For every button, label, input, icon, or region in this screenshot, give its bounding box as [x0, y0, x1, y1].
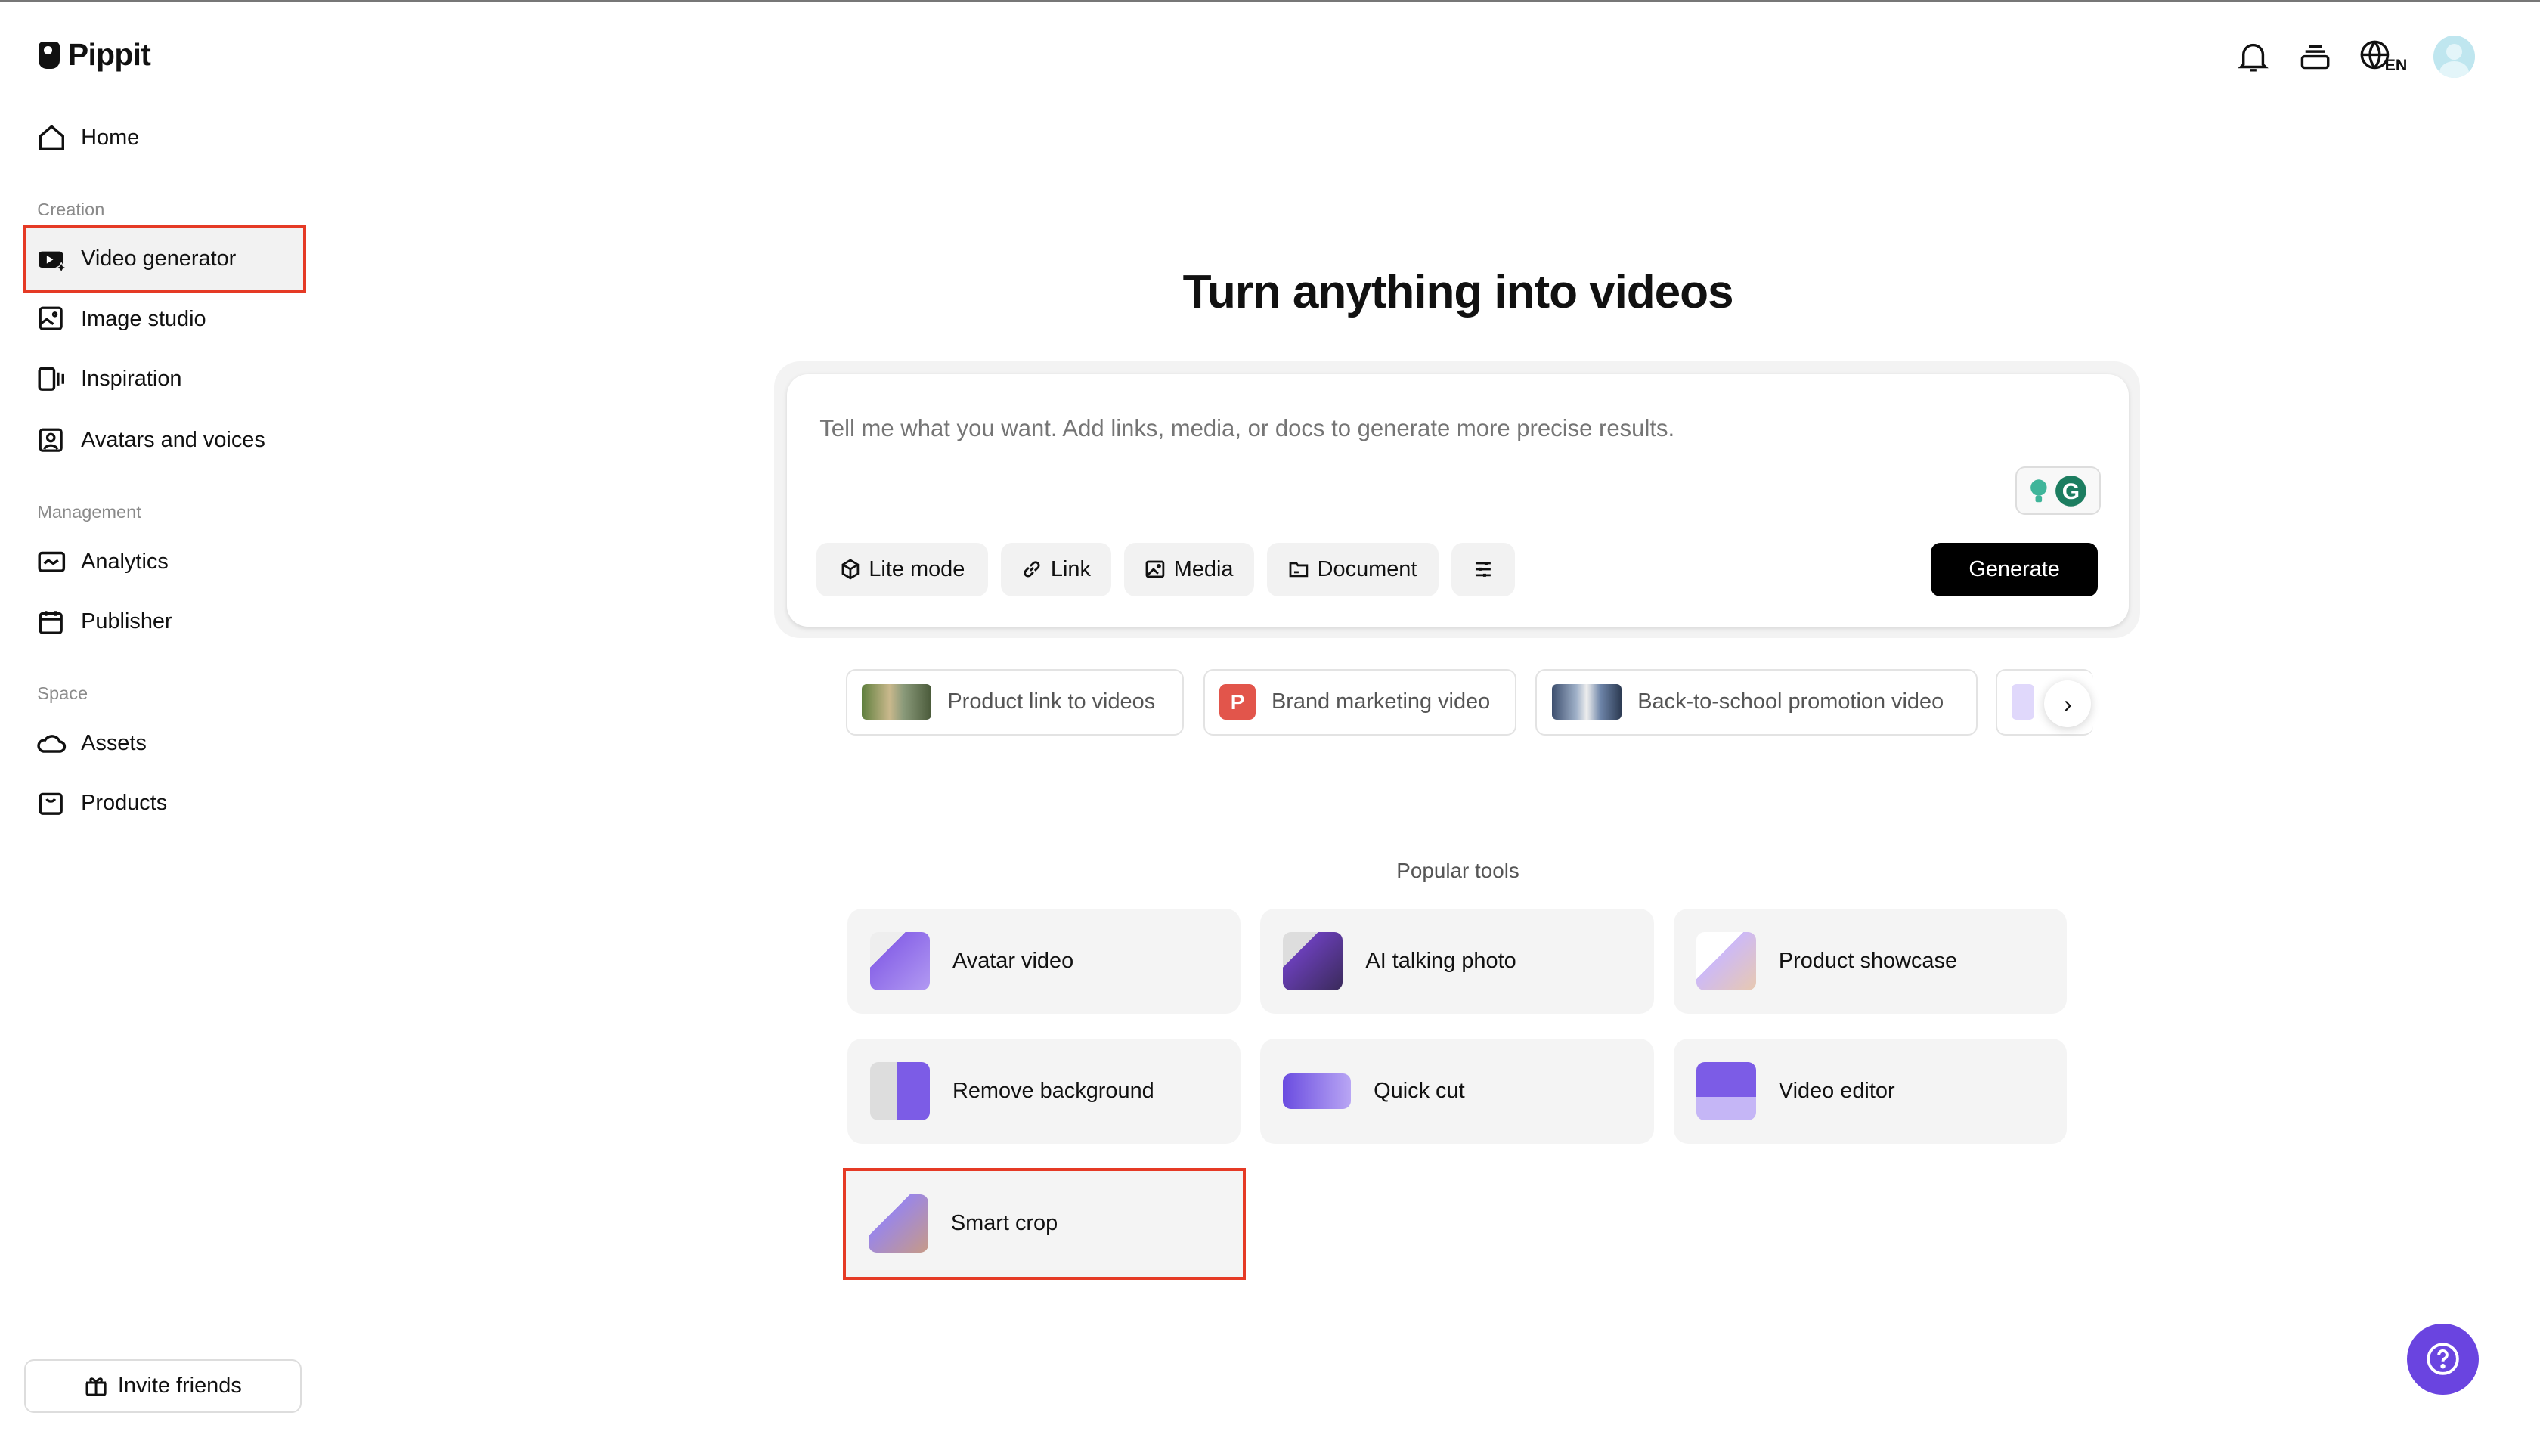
sliders-icon — [1473, 559, 1494, 580]
folder-icon — [1288, 559, 1309, 580]
logo-text: Pippit — [68, 37, 150, 73]
product-box-icon — [37, 789, 67, 819]
sidebar-item-avatars-and-voices[interactable]: Avatars and voices — [26, 411, 302, 469]
popular-tools-heading: Popular tools — [0, 859, 2540, 883]
grammarly-icon: G — [2055, 475, 2087, 507]
question-icon — [2425, 1341, 2461, 1377]
chip-label: Media — [1174, 557, 1234, 582]
sidebar-item-home[interactable]: Home — [26, 109, 302, 167]
chip-label: Link — [1051, 557, 1091, 582]
analytics-icon — [37, 547, 67, 577]
sidebar-item-label: Publisher — [81, 609, 172, 634]
layers-icon[interactable] — [2297, 39, 2333, 74]
tool-ai-talking-photo[interactable]: AI talking photo — [1260, 909, 1654, 1014]
language-code: EN — [2385, 56, 2408, 75]
lite-mode-button[interactable]: Lite mode — [816, 543, 988, 596]
suggestion-back-to-school-video[interactable]: Back-to-school promotion video — [1535, 669, 1978, 736]
suggestion-label: Brand marketing video — [1272, 689, 1490, 714]
logo-icon — [39, 42, 60, 69]
talking-photo-thumbnail — [1283, 932, 1343, 990]
sidebar-item-inspiration[interactable]: Inspiration — [26, 350, 302, 408]
image-icon — [1145, 559, 1166, 580]
cube-icon — [840, 559, 861, 580]
grammarly-widget[interactable]: G — [2015, 466, 2101, 515]
tool-product-showcase[interactable]: Product showcase — [1674, 909, 2068, 1014]
gift-icon — [84, 1374, 108, 1398]
smart-crop-thumbnail — [869, 1194, 928, 1253]
chip-label: Document — [1318, 557, 1417, 582]
suggestion-label: Product link to videos — [947, 689, 1155, 714]
calendar-icon — [37, 608, 67, 637]
sidebar-item-assets[interactable]: Assets — [26, 714, 302, 773]
document-button[interactable]: Document — [1267, 543, 1439, 596]
section-space: Space — [37, 683, 88, 704]
pippit-logo[interactable]: Pippit — [39, 37, 150, 73]
suggestion-product-link-to-videos[interactable]: Product link to videos — [846, 669, 1185, 736]
sidebar-item-label: Products — [81, 791, 167, 816]
svg-text:G: G — [2062, 479, 2080, 504]
inspiration-icon — [37, 364, 67, 394]
avatar-video-thumbnail — [870, 932, 930, 990]
home-icon — [37, 123, 67, 153]
sidebar-item-label: Analytics — [81, 550, 169, 575]
suggestion-label: Back-to-school promotion video — [1637, 689, 1944, 714]
tool-label: Remove background — [952, 1079, 1154, 1104]
generate-button[interactable]: Generate — [1931, 543, 2098, 596]
user-avatar[interactable] — [2433, 36, 2476, 78]
suggestion-brand-marketing-video[interactable]: P Brand marketing video — [1203, 669, 1516, 736]
tool-label: Avatar video — [952, 949, 1073, 974]
sidebar-item-publisher[interactable]: Publisher — [26, 593, 302, 651]
quick-cut-thumbnail — [1283, 1073, 1351, 1109]
tool-quick-cut[interactable]: Quick cut — [1260, 1039, 1654, 1144]
prompt-input[interactable] — [816, 413, 1957, 443]
sidebar-item-analytics[interactable]: Analytics — [26, 533, 302, 591]
sidebar-item-label: Avatars and voices — [81, 428, 265, 453]
sidebar-item-label: Assets — [81, 731, 147, 756]
section-creation: Creation — [37, 200, 104, 220]
tool-label: Video editor — [1779, 1079, 1895, 1104]
link-icon — [1021, 559, 1042, 580]
bell-icon[interactable] — [2235, 39, 2271, 74]
avatar-icon — [37, 426, 67, 456]
tool-smart-crop[interactable]: Smart crop — [846, 1171, 1243, 1276]
lightbulb-icon — [2029, 476, 2049, 506]
tool-label: Quick cut — [1374, 1079, 1464, 1104]
media-button[interactable]: Media — [1124, 543, 1253, 596]
sidebar-item-label: Inspiration — [81, 367, 181, 392]
settings-button[interactable] — [1451, 543, 1515, 596]
help-button[interactable] — [2407, 1324, 2478, 1395]
invite-label: Invite friends — [118, 1374, 242, 1399]
tool-video-editor[interactable]: Video editor — [1674, 1039, 2068, 1144]
generate-label: Generate — [1968, 557, 2060, 582]
invite-friends-button[interactable]: Invite friends — [24, 1359, 301, 1413]
chevron-right-icon: › — [2064, 690, 2072, 718]
sidebar-item-label: Home — [81, 125, 139, 150]
chip-label: Lite mode — [869, 557, 965, 582]
tool-label: Smart crop — [951, 1211, 1058, 1236]
cloud-icon — [37, 729, 67, 758]
sidebar-item-products[interactable]: Products — [26, 774, 302, 832]
link-button[interactable]: Link — [1001, 543, 1111, 596]
remove-background-thumbnail — [870, 1062, 930, 1120]
window-top-border — [0, 0, 2540, 2]
page-title: Turn anything into videos — [0, 265, 2540, 319]
tool-label: Product showcase — [1779, 949, 1957, 974]
section-management: Management — [37, 502, 141, 522]
suggestion-thumbnail — [1552, 684, 1622, 720]
product-showcase-thumbnail — [1696, 932, 1756, 990]
powerpoint-icon: P — [1219, 684, 1255, 720]
video-editor-thumbnail — [1696, 1062, 1756, 1120]
tool-remove-background[interactable]: Remove background — [847, 1039, 1241, 1144]
tool-label: AI talking photo — [1365, 949, 1516, 974]
language-selector[interactable]: EN — [2359, 39, 2407, 74]
suggestion-thumbnail — [2012, 684, 2034, 720]
top-toolbar: EN — [2235, 36, 2475, 78]
suggestion-thumbnail — [862, 684, 931, 720]
tool-avatar-video[interactable]: Avatar video — [847, 909, 1241, 1014]
